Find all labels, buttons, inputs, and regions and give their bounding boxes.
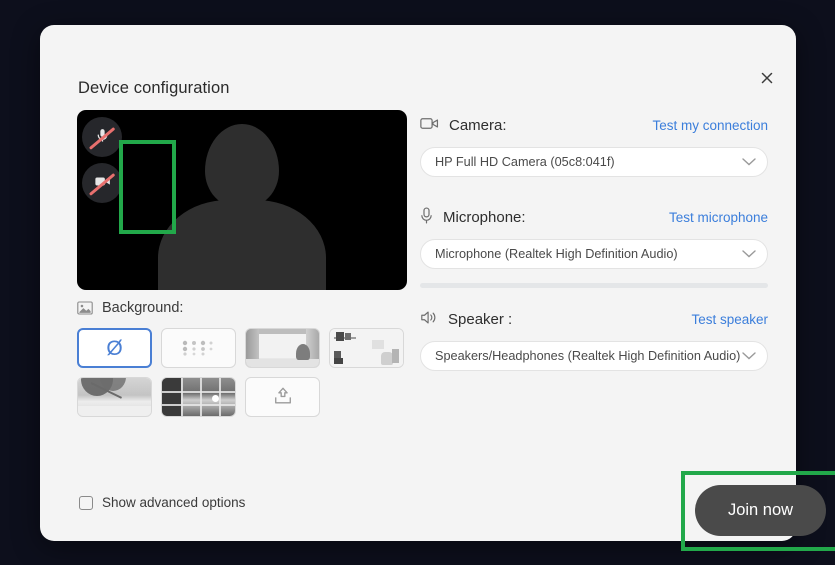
background-option-upload[interactable] — [245, 377, 320, 417]
video-preview — [77, 110, 407, 290]
join-now-button[interactable]: Join now — [695, 485, 826, 536]
microphone-row: Microphone: Test microphone Microphone (… — [420, 202, 768, 288]
speaker-icon — [420, 310, 438, 329]
close-button[interactable] — [754, 65, 780, 91]
chevron-down-icon — [742, 250, 756, 259]
microphone-select-value: Microphone (Realtek High Definition Audi… — [435, 247, 678, 261]
room-thumbnail — [246, 329, 319, 367]
background-option-none[interactable]: Ø — [77, 328, 152, 368]
chevron-down-icon — [742, 352, 756, 361]
close-icon — [760, 71, 774, 85]
background-option-office[interactable] — [329, 328, 404, 368]
camera-select-value: HP Full HD Camera (05c8:041f) — [435, 155, 615, 169]
test-speaker-link[interactable]: Test speaker — [691, 312, 768, 327]
device-configuration-dialog: Device configuration Background: Ø Show … — [40, 25, 835, 551]
camera-row: Camera: Test my connection HP Full HD Ca… — [420, 110, 768, 177]
microphone-label: Microphone: — [443, 208, 526, 226]
test-my-connection-link[interactable]: Test my connection — [652, 118, 768, 133]
image-icon — [77, 301, 93, 315]
blur-icon — [175, 338, 223, 358]
bridge-thumbnail — [162, 378, 235, 416]
office-thumbnail — [330, 329, 403, 367]
upload-icon — [272, 386, 294, 409]
device-settings-column: Camera: Test my connection HP Full HD Ca… — [420, 110, 768, 374]
background-label: Background: — [102, 300, 184, 316]
background-header: Background: — [77, 300, 417, 316]
no-background-icon: Ø — [106, 336, 123, 360]
camera-toggle-button[interactable] — [82, 163, 122, 203]
media-toggle-group — [82, 117, 122, 203]
avatar — [158, 124, 326, 290]
speaker-row: Speaker : Test speaker Speakers/Headphon… — [420, 304, 768, 371]
show-advanced-options-label: Show advanced options — [102, 495, 246, 510]
microphone-level-meter — [420, 283, 768, 288]
microphone-toggle-button[interactable] — [82, 117, 122, 157]
speaker-select-value: Speakers/Headphones (Realtek High Defini… — [435, 349, 741, 363]
background-option-blur[interactable] — [161, 328, 236, 368]
checkbox-box — [79, 495, 93, 510]
background-options-grid: Ø — [77, 328, 404, 417]
background-section: Background: Ø — [77, 300, 417, 417]
speaker-select[interactable]: Speakers/Headphones (Realtek High Defini… — [420, 341, 768, 371]
camera-icon — [420, 116, 439, 135]
background-option-beach[interactable] — [77, 377, 152, 417]
microphone-icon — [420, 206, 433, 228]
background-option-bridge[interactable] — [161, 377, 236, 417]
camera-label: Camera: — [449, 116, 507, 134]
beach-thumbnail — [78, 378, 151, 416]
chevron-down-icon — [742, 158, 756, 167]
camera-select[interactable]: HP Full HD Camera (05c8:041f) — [420, 147, 768, 177]
background-option-room[interactable] — [245, 328, 320, 368]
page-title: Device configuration — [78, 79, 230, 97]
speaker-label: Speaker : — [448, 310, 513, 328]
microphone-select[interactable]: Microphone (Realtek High Definition Audi… — [420, 239, 768, 269]
show-advanced-options-checkbox[interactable]: Show advanced options — [79, 495, 245, 510]
test-microphone-link[interactable]: Test microphone — [669, 210, 768, 225]
